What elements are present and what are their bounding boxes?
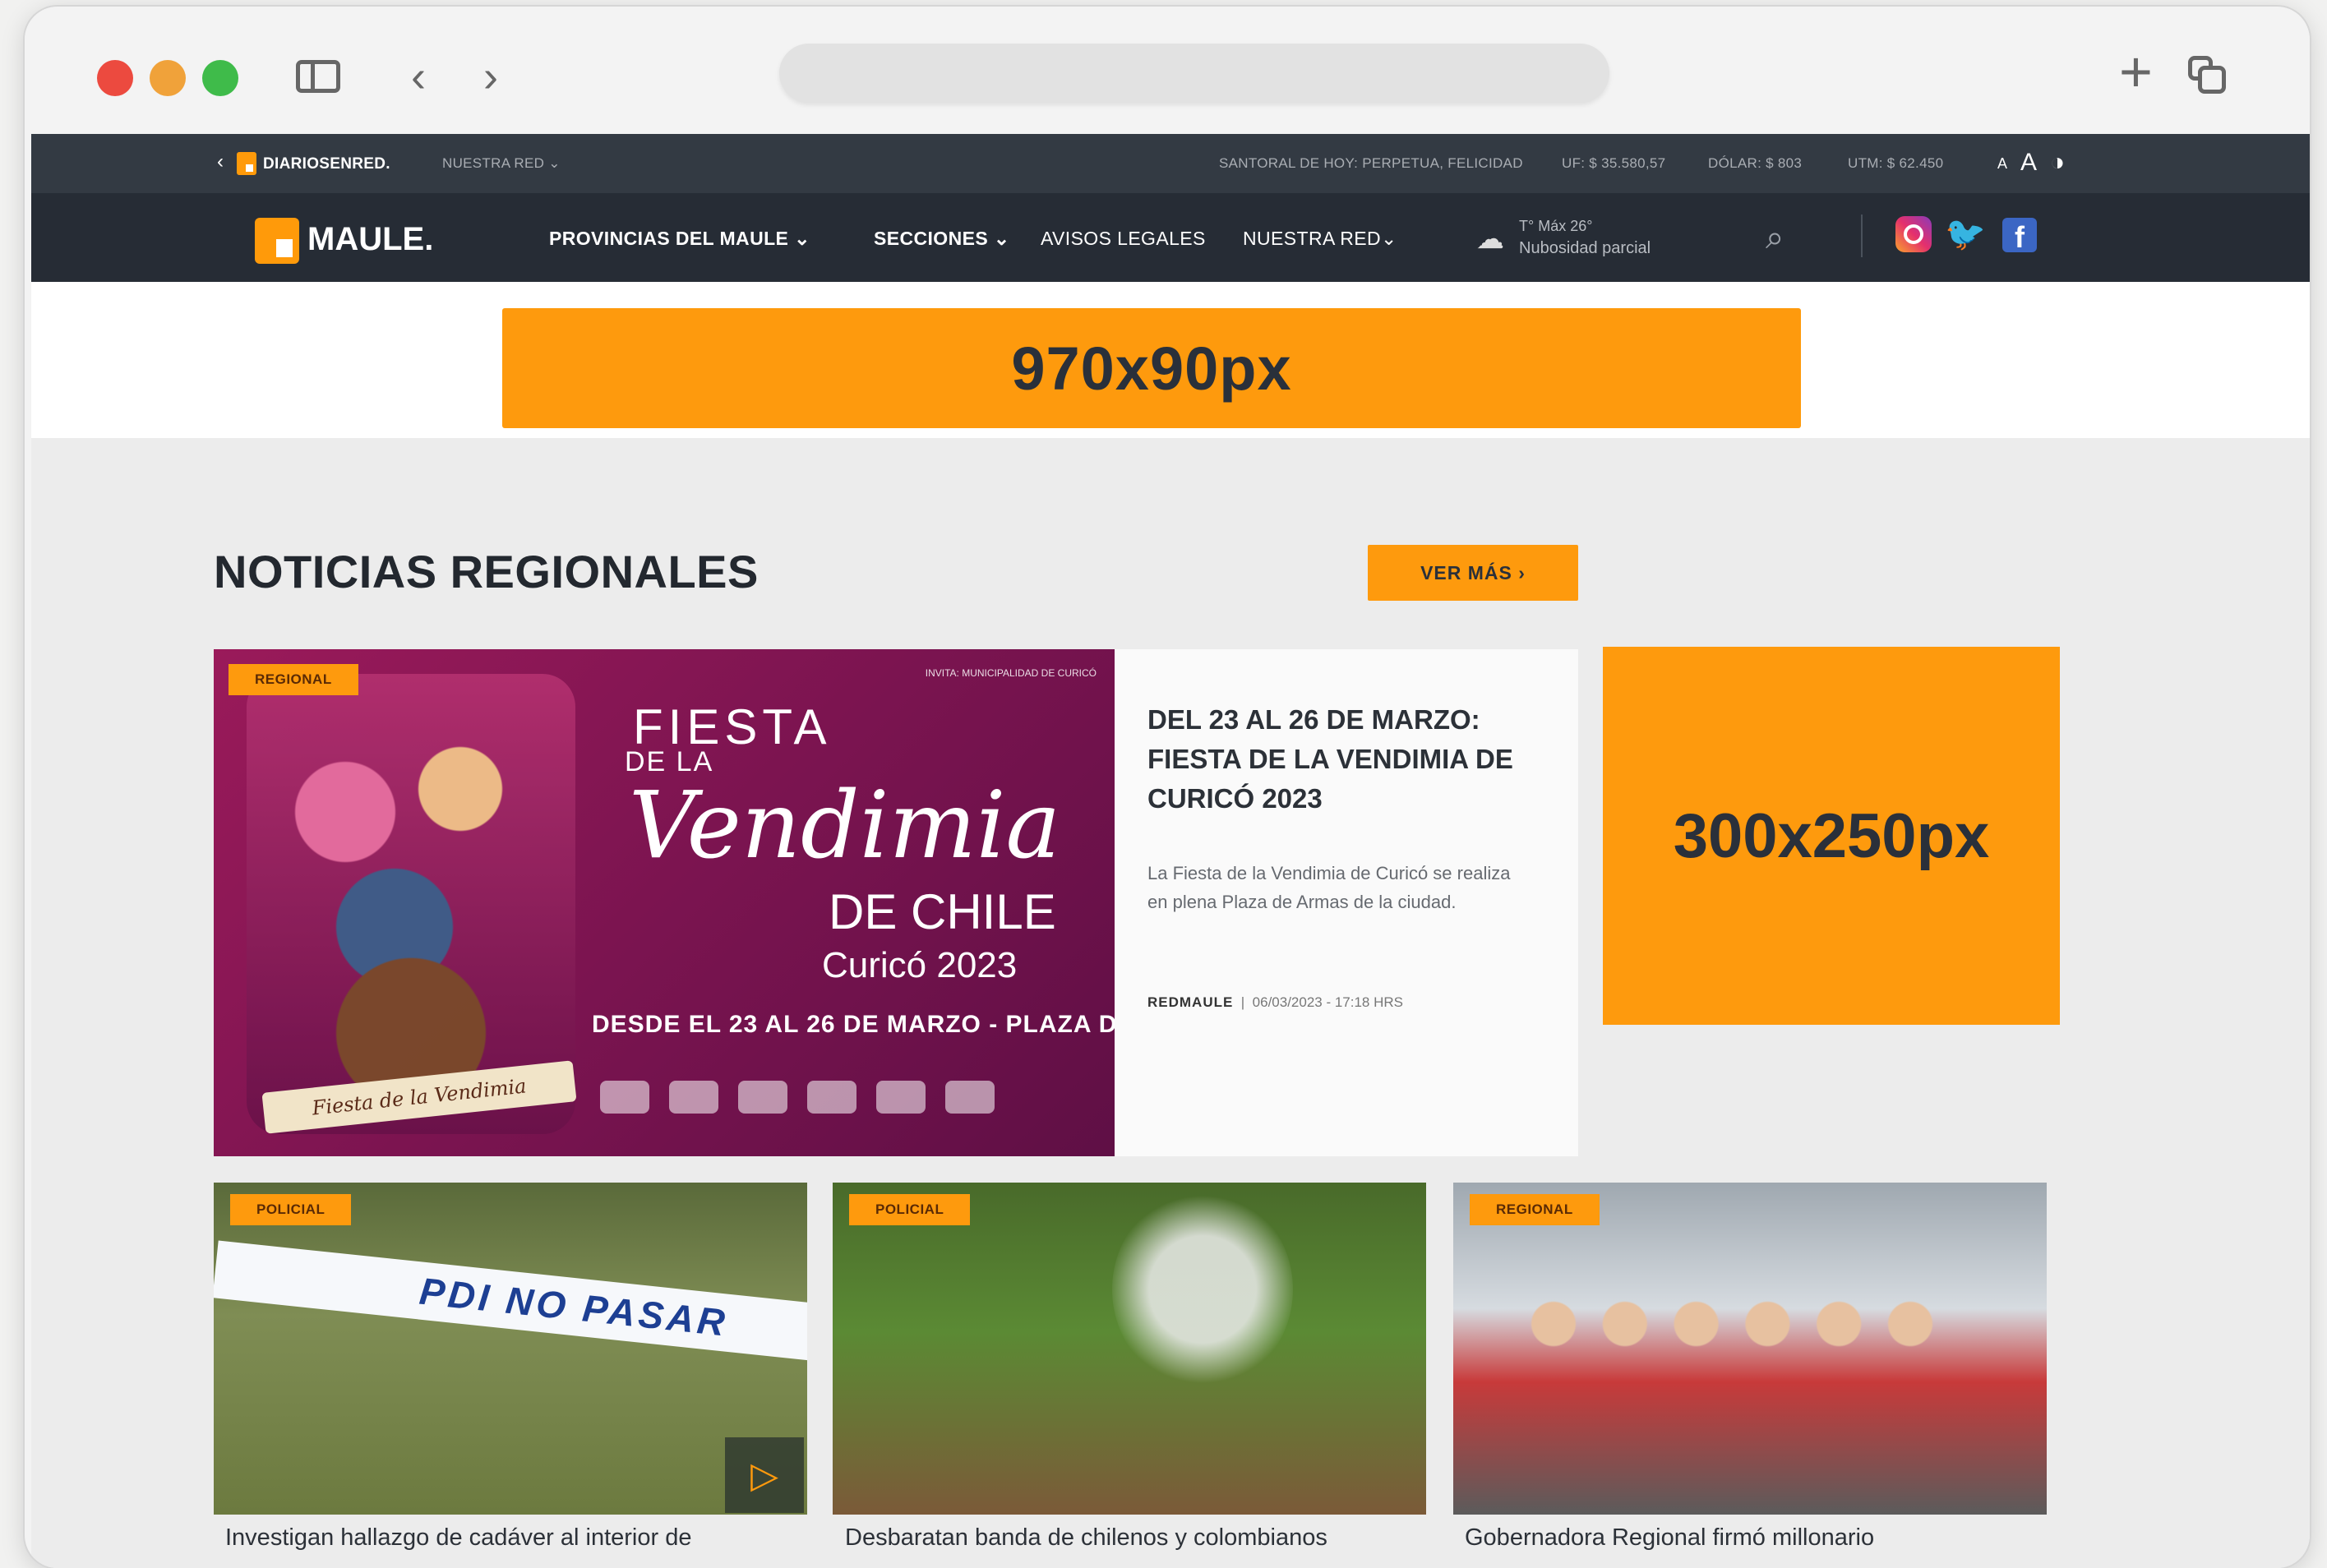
- contrast-toggle-icon[interactable]: ◑: [2050, 149, 2065, 177]
- dolar-value: DÓLAR: $ 803: [1708, 155, 1803, 171]
- category-tag[interactable]: POLICIAL: [849, 1194, 971, 1225]
- font-increase-button[interactable]: A: [2020, 149, 2037, 177]
- browser-window: ‹ › + ‹ DIARIOSENRED. NUESTRA RED ⌄ SANT…: [25, 7, 2310, 1568]
- font-decrease-button[interactable]: A: [1997, 155, 2007, 173]
- site-logo-text[interactable]: MAULE.: [307, 221, 433, 258]
- ver-mas-label: VER MÁS: [1420, 561, 1512, 583]
- network-brand[interactable]: DIARIOSENRED.: [263, 155, 390, 173]
- sponsor-logo: [669, 1081, 718, 1114]
- nav-nuestra-red[interactable]: NUESTRA RED⌄: [1243, 228, 1397, 250]
- chevron-down-icon: ⌄: [548, 155, 561, 171]
- section-title: NOTICIAS REGIONALES: [214, 546, 759, 597]
- category-tag[interactable]: REGIONAL: [1470, 1194, 1600, 1225]
- featured-description: La Fiesta de la Vendimia de Curicó se re…: [1147, 863, 1511, 912]
- network-topbar: ‹ DIARIOSENRED. NUESTRA RED ⌄ SANTORAL D…: [31, 134, 2310, 193]
- address-bar[interactable]: [779, 44, 1609, 103]
- sidebar-toggle-icon[interactable]: [296, 60, 340, 93]
- play-icon[interactable]: ▷: [725, 1437, 804, 1513]
- ad-strip: 970x90px: [31, 282, 2310, 438]
- forward-icon[interactable]: ›: [483, 54, 498, 99]
- search-icon[interactable]: ⌕: [1766, 219, 1784, 256]
- police-tape-text: PDI NO PASAR: [214, 1240, 807, 1363]
- utm-value: UTM: $ 62.450: [1848, 155, 1944, 171]
- smoke-shape: [1112, 1191, 1293, 1388]
- santoral-text: SANTORAL DE HOY: PERPETUA, FELICIDAD: [1219, 155, 1523, 171]
- sponsor-logo: [945, 1081, 995, 1114]
- close-window-button[interactable]: [97, 60, 133, 96]
- nav-provincias-label: PROVINCIAS DEL MAULE: [549, 228, 789, 249]
- image-vendimia-text: Vendimia: [629, 772, 1061, 879]
- image-desde-text: DESDE EL 23 AL 26 DE MARZO - PLAZA DE CU…: [592, 1011, 1115, 1038]
- news-card-title[interactable]: Desbaratan banda de chilenos y colombian…: [845, 1524, 1327, 1552]
- diariosenred-logo-icon: [237, 152, 256, 175]
- sponsor-logo: [738, 1081, 787, 1114]
- chevron-down-icon: ⌄: [794, 228, 810, 249]
- image-invite-text: INVITA: MUNICIPALIDAD DE CURICÓ: [925, 667, 1097, 679]
- maule-logo-icon[interactable]: [255, 218, 299, 264]
- facebook-icon[interactable]: f: [2002, 218, 2037, 254]
- ver-mas-button[interactable]: VER MÁS ›: [1368, 545, 1578, 601]
- chevron-down-icon: ⌄: [993, 228, 1010, 249]
- news-card-title[interactable]: Gobernadora Regional firmó millonario: [1465, 1524, 1874, 1552]
- main-navbar: MAULE. PROVINCIAS DEL MAULE ⌄ SECCIONES …: [31, 193, 2310, 282]
- minimize-window-button[interactable]: [150, 60, 186, 96]
- instagram-icon[interactable]: [1895, 216, 1932, 252]
- weather-desc: Nubosidad parcial: [1519, 239, 1651, 257]
- twitter-icon[interactable]: 🐦: [1945, 214, 1986, 253]
- category-tag[interactable]: REGIONAL: [229, 664, 358, 695]
- network-menu-label: NUESTRA RED: [442, 155, 545, 171]
- chevron-right-icon: ›: [1518, 561, 1526, 583]
- sponsor-logo: [876, 1081, 926, 1114]
- sponsor-logos: [600, 1072, 1093, 1122]
- featured-title[interactable]: DEL 23 AL 26 DE MARZO: FIESTA DE LA VEND…: [1147, 700, 1550, 819]
- sponsor-logo: [807, 1081, 856, 1114]
- featured-date: 06/03/2023 - 17:18 HRS: [1252, 994, 1404, 1010]
- featured-author[interactable]: REDMAULE: [1147, 994, 1233, 1010]
- featured-card[interactable]: DEL 23 AL 26 DE MARZO: FIESTA DE LA VEND…: [1115, 649, 1578, 1156]
- nav-secciones[interactable]: SECCIONES ⌄: [874, 228, 1010, 250]
- image-chile-text: DE CHILE: [829, 884, 1056, 939]
- nav-divider: [1861, 214, 1863, 257]
- web-page: ‹ DIARIOSENRED. NUESTRA RED ⌄ SANTORAL D…: [31, 134, 2310, 1568]
- uf-value: UF: $ 35.580,57: [1562, 155, 1666, 171]
- back-icon[interactable]: ‹: [411, 54, 426, 99]
- nav-avisos-legales[interactable]: AVISOS LEGALES: [1041, 228, 1206, 250]
- chevron-down-icon: ⌄: [1380, 228, 1397, 249]
- news-card-title[interactable]: Investigan hallazgo de cadáver al interi…: [225, 1524, 691, 1552]
- featured-image[interactable]: Fiesta de la Vendimia INVITA: MUNICIPALI…: [214, 649, 1115, 1156]
- side-ad[interactable]: 300x250px: [1603, 647, 2060, 1025]
- image-curico-text: Curicó 2023: [822, 945, 1018, 985]
- tab-overview-icon[interactable]: [2188, 56, 2226, 94]
- category-tag[interactable]: POLICIAL: [230, 1194, 352, 1225]
- weather-temp: T° Máx 26°: [1519, 218, 1593, 234]
- maximize-window-button[interactable]: [202, 60, 238, 96]
- leaderboard-ad[interactable]: 970x90px: [502, 308, 1801, 428]
- nav-secciones-label: SECCIONES: [874, 228, 989, 249]
- sponsor-logo: [600, 1081, 649, 1114]
- nav-provincias[interactable]: PROVINCIAS DEL MAULE ⌄: [549, 228, 810, 250]
- group-photo-shape: [1503, 1281, 2012, 1495]
- nav-nuestra-red-label: NUESTRA RED: [1243, 228, 1381, 249]
- back-chevron-icon[interactable]: ‹: [217, 150, 224, 173]
- partly-cloudy-icon: ☁: [1476, 224, 1504, 255]
- news-card-image[interactable]: PDI NO PASAR POLICIAL ▷: [214, 1183, 807, 1515]
- featured-meta: REDMAULE | 06/03/2023 - 17:18 HRS: [1147, 994, 1404, 1010]
- new-tab-icon[interactable]: +: [2119, 43, 2153, 100]
- browser-toolbar: ‹ › +: [25, 7, 2310, 134]
- news-card-image[interactable]: REGIONAL: [1453, 1183, 2047, 1515]
- network-menu[interactable]: NUESTRA RED ⌄: [442, 155, 561, 172]
- news-card-image[interactable]: POLICIAL: [833, 1183, 1426, 1515]
